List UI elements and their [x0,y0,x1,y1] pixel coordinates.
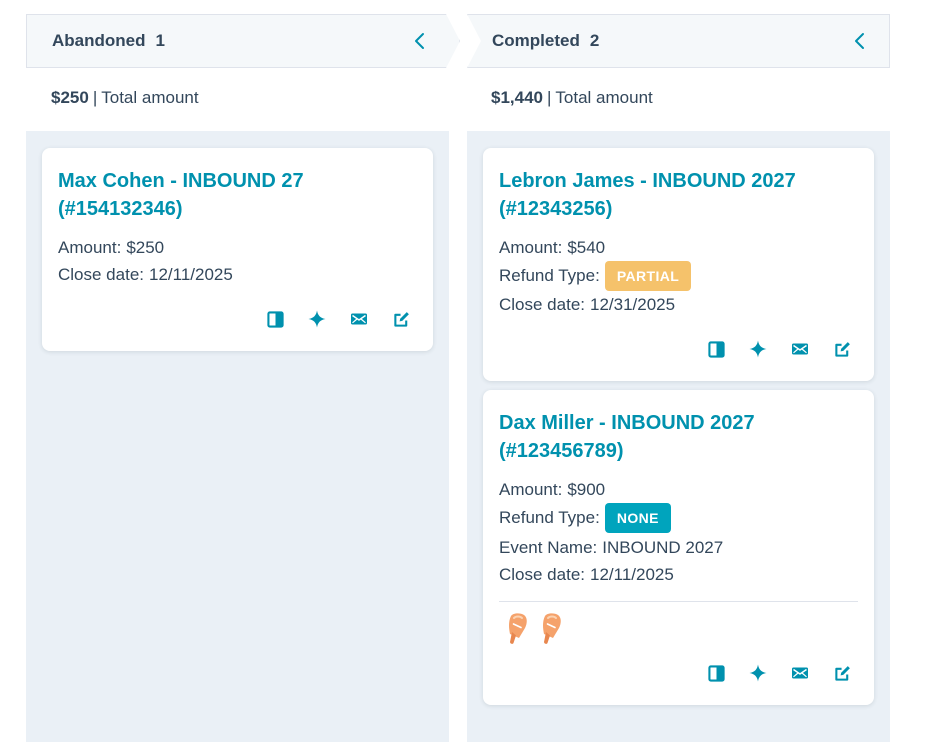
refund-type-label: Refund Type: [499,266,600,285]
refund-type-badge: PARTIAL [604,261,692,291]
refund-type-property: Refund Type: PARTIAL [499,261,692,291]
close-date-label: Close date: [58,265,144,284]
chevron-left-icon[interactable] [410,31,430,51]
amount-property: Amount: $250 [58,237,164,259]
total-amount-value: $250 [51,88,89,107]
edit-icon[interactable] [833,340,851,358]
card-divider [499,601,858,602]
sparkle-icon[interactable] [308,310,326,328]
column-body: Lebron James - INBOUND 2027 (#12343256) … [467,131,890,742]
deal-card[interactable]: Max Cohen - INBOUND 27 (#154132346) Amou… [42,148,433,351]
amount-label: Amount: [58,238,122,257]
deal-card-title[interactable]: Dax Miller - INBOUND 2027 (#123456789) [499,409,829,465]
preview-panel-icon[interactable] [266,310,284,328]
event-name-label: Event Name: [499,538,598,557]
refund-type-badge: NONE [604,503,671,533]
edit-icon[interactable] [833,664,851,682]
total-amount-label: Total amount [555,88,653,107]
amount-label: Amount: [499,480,563,499]
summary-separator: | [547,88,552,107]
tag-icons [505,612,573,646]
column-body: Max Cohen - INBOUND 27 (#154132346) Amou… [26,131,449,742]
email-icon[interactable] [350,310,368,328]
amount-property: Amount: $900 [499,479,605,501]
column-title: Completed [492,31,580,50]
amount-value: $900 [567,480,606,499]
deal-card[interactable]: Lebron James - INBOUND 2027 (#12343256) … [483,148,874,381]
column-header[interactable]: Abandoned 1 [26,14,460,68]
close-date-property: Close date: 12/11/2025 [499,564,674,586]
column-summary: $250 | Total amount [51,88,199,112]
preview-panel-icon[interactable] [707,664,725,682]
close-date-property: Close date: 12/31/2025 [499,294,675,316]
amount-value: $540 [567,238,606,257]
refund-type-property: Refund Type: NONE [499,503,671,533]
deal-card[interactable]: Dax Miller - INBOUND 2027 (#123456789) A… [483,390,874,705]
column-summary: $1,440 | Total amount [491,88,653,112]
card-actions [707,664,851,682]
close-date-property: Close date: 12/11/2025 [58,264,233,286]
email-icon[interactable] [791,664,809,682]
sparkle-icon[interactable] [749,340,767,358]
email-icon[interactable] [791,340,809,358]
refund-type-label: Refund Type: [499,508,600,527]
card-actions [707,340,851,358]
event-name-property: Event Name: INBOUND 2027 [499,537,723,559]
amount-label: Amount: [499,238,563,257]
summary-separator: | [92,88,98,107]
edit-icon[interactable] [392,310,410,328]
close-date-value: 12/31/2025 [590,295,676,314]
column-title: Abandoned [52,31,146,50]
event-name-value: INBOUND 2027 [602,538,724,557]
close-date-label: Close date: [499,565,585,584]
popsicle-icon[interactable] [539,612,565,646]
popsicle-icon[interactable] [505,612,531,646]
deal-card-title[interactable]: Max Cohen - INBOUND 27 (#154132346) [58,167,358,223]
column-header[interactable]: Completed 2 [467,14,890,68]
column-count: 1 [155,31,165,50]
close-date-label: Close date: [499,295,585,314]
total-amount-label: Total amount [101,88,199,107]
close-date-value: 12/11/2025 [149,265,233,284]
amount-value: $250 [126,238,165,257]
sparkle-icon[interactable] [749,664,767,682]
total-amount-value: $1,440 [491,88,543,107]
amount-property: Amount: $540 [499,237,605,259]
close-date-value: 12/11/2025 [590,565,674,584]
preview-panel-icon[interactable] [707,340,725,358]
card-actions [266,310,410,328]
deal-card-title[interactable]: Lebron James - INBOUND 2027 (#12343256) [499,167,799,223]
chevron-left-icon[interactable] [850,31,870,51]
column-count: 2 [589,31,600,50]
